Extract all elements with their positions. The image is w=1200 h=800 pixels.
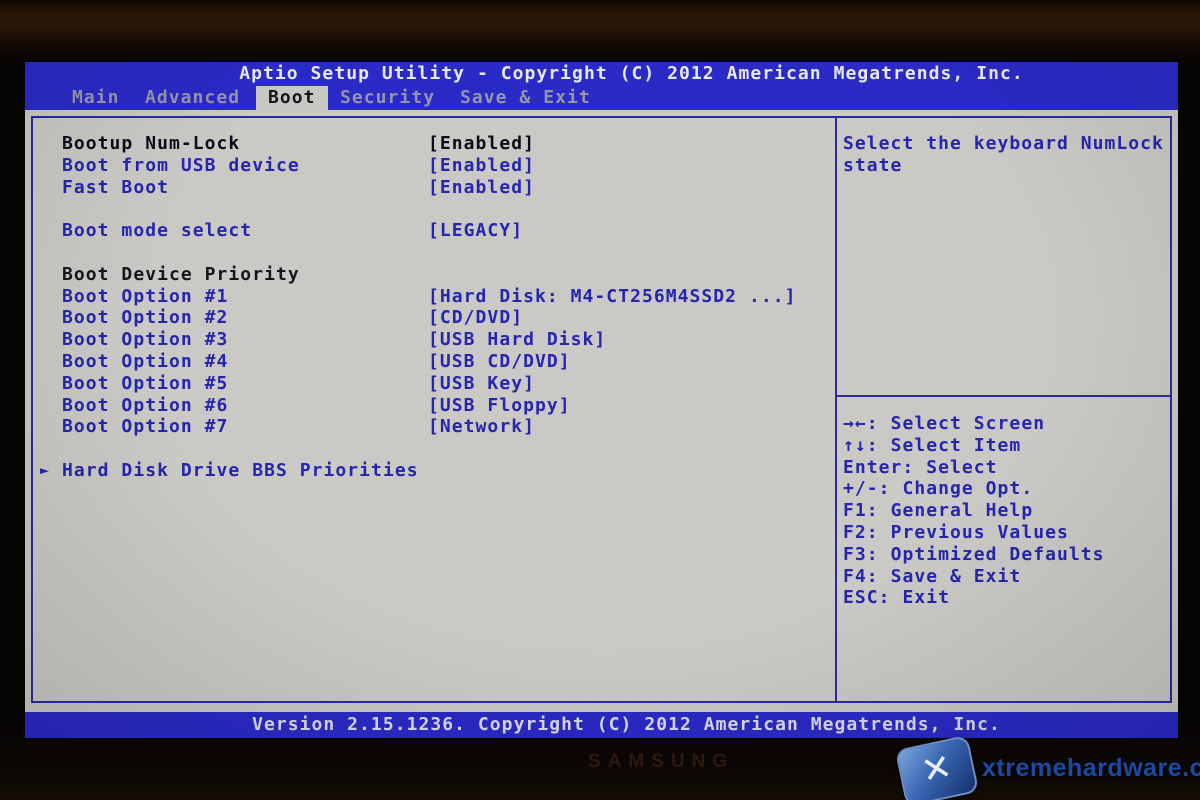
menu-bar: Main Advanced Boot Security Save & Exit bbox=[25, 86, 1178, 110]
key-combo: →←: bbox=[843, 413, 879, 434]
key-combo: Enter: bbox=[843, 457, 914, 478]
setting-value: [Network] bbox=[428, 416, 535, 438]
key-legend-pane: →←: Select Screen ↑↓: Select Item Enter:… bbox=[837, 397, 1172, 703]
spacer bbox=[31, 198, 835, 220]
key-combo: F2: bbox=[843, 522, 879, 543]
setting-row-fast-boot[interactable]: Fast Boot [Enabled] bbox=[31, 177, 835, 199]
setting-value: [USB Hard Disk] bbox=[428, 329, 606, 351]
key-combo: ESC: bbox=[843, 587, 891, 608]
setting-value: [Enabled] bbox=[428, 177, 535, 199]
setting-row-bootup-numlock[interactable]: Bootup Num-Lock [Enabled] bbox=[31, 133, 835, 155]
key-combo: F1: bbox=[843, 500, 879, 521]
key-f4-save-exit: F4: Save & Exit bbox=[843, 566, 1172, 588]
setting-value: [USB Key] bbox=[428, 373, 535, 395]
titlebar: Aptio Setup Utility - Copyright (C) 2012… bbox=[25, 62, 1178, 86]
setting-row-boot-option-2[interactable]: Boot Option #2 [CD/DVD] bbox=[31, 307, 835, 329]
setting-label: Boot Option #1 bbox=[62, 286, 228, 308]
tab-boot[interactable]: Boot bbox=[256, 86, 328, 110]
key-action: Select bbox=[926, 457, 997, 478]
help-description-pane: Select the keyboard NumLock state bbox=[837, 116, 1170, 395]
watermark-text: xtremehardware.com bbox=[982, 754, 1200, 783]
submenu-label: Hard Disk Drive BBS Priorities bbox=[62, 460, 419, 482]
key-action: General Help bbox=[891, 500, 1034, 521]
setting-value: [USB CD/DVD] bbox=[428, 351, 571, 373]
monitor-brand-label: SAMSUNG bbox=[588, 751, 734, 773]
x-glyph: ✕ bbox=[918, 749, 955, 790]
xtremehardware-logo-icon: ✕ bbox=[895, 735, 979, 800]
setting-row-boot-option-3[interactable]: Boot Option #3 [USB Hard Disk] bbox=[31, 329, 835, 351]
key-f3-defaults: F3: Optimized Defaults bbox=[843, 544, 1172, 566]
setting-label: Boot Option #7 bbox=[62, 416, 228, 438]
key-action: Change Opt. bbox=[902, 478, 1033, 499]
key-select-screen: →←: Select Screen bbox=[843, 413, 1172, 435]
setting-row-boot-option-6[interactable]: Boot Option #6 [USB Floppy] bbox=[31, 395, 835, 417]
key-combo: ↑↓: bbox=[843, 435, 879, 456]
watermark: ✕ xtremehardware.com bbox=[896, 738, 1196, 800]
setting-label: Bootup Num-Lock bbox=[62, 133, 240, 155]
setting-label: Fast Boot bbox=[62, 177, 169, 199]
setting-label: Boot from USB device bbox=[62, 155, 300, 177]
settings-pane: Bootup Num-Lock [Enabled] Boot from USB … bbox=[31, 116, 835, 482]
setting-row-boot-mode[interactable]: Boot mode select [LEGACY] bbox=[31, 220, 835, 242]
tab-advanced[interactable]: Advanced bbox=[145, 86, 240, 110]
spacer bbox=[31, 242, 835, 264]
bios-screen: Aptio Setup Utility - Copyright (C) 2012… bbox=[25, 62, 1178, 738]
version-bar: Version 2.15.1236. Copyright (C) 2012 Am… bbox=[25, 712, 1178, 738]
setting-row-boot-option-7[interactable]: Boot Option #7 [Network] bbox=[31, 416, 835, 438]
key-action: Select Screen bbox=[891, 413, 1046, 434]
setting-label: Boot Option #5 bbox=[62, 373, 228, 395]
key-f1-help: F1: General Help bbox=[843, 500, 1172, 522]
setting-value: [CD/DVD] bbox=[428, 307, 523, 329]
setting-row-boot-from-usb[interactable]: Boot from USB device [Enabled] bbox=[31, 155, 835, 177]
key-action: Optimized Defaults bbox=[891, 544, 1105, 565]
setting-label: Boot Option #2 bbox=[62, 307, 228, 329]
tab-main[interactable]: Main bbox=[72, 86, 120, 110]
setting-label: Boot mode select bbox=[62, 220, 252, 242]
tab-security[interactable]: Security bbox=[340, 86, 435, 110]
setting-row-boot-option-4[interactable]: Boot Option #4 [USB CD/DVD] bbox=[31, 351, 835, 373]
setting-value: [Enabled] bbox=[428, 133, 535, 155]
setup-utility-title: Aptio Setup Utility - Copyright (C) 2012… bbox=[239, 63, 1024, 84]
section-title: Boot Device Priority bbox=[62, 264, 300, 286]
setting-row-boot-option-5[interactable]: Boot Option #5 [USB Key] bbox=[31, 373, 835, 395]
version-text: Version 2.15.1236. Copyright (C) 2012 Am… bbox=[252, 714, 1001, 735]
setting-row-boot-option-1[interactable]: Boot Option #1 [Hard Disk: M4-CT256M4SSD… bbox=[31, 286, 835, 308]
tab-save-exit[interactable]: Save & Exit bbox=[460, 86, 591, 110]
key-combo: F4: bbox=[843, 566, 879, 587]
setting-value: [USB Floppy] bbox=[428, 395, 571, 417]
setting-label: Boot Option #3 bbox=[62, 329, 228, 351]
key-select-item: ↑↓: Select Item bbox=[843, 435, 1172, 457]
key-action: Save & Exit bbox=[891, 566, 1022, 587]
key-change-opt: +/-: Change Opt. bbox=[843, 478, 1172, 500]
key-combo: F3: bbox=[843, 544, 879, 565]
spacer bbox=[31, 438, 835, 460]
setting-label: Boot Option #4 bbox=[62, 351, 228, 373]
setting-label: Boot Option #6 bbox=[62, 395, 228, 417]
key-action: Select Item bbox=[891, 435, 1022, 456]
section-header-boot-device-priority: Boot Device Priority bbox=[31, 264, 835, 286]
monitor-photo: Aptio Setup Utility - Copyright (C) 2012… bbox=[0, 0, 1200, 800]
key-action: Exit bbox=[902, 587, 950, 608]
key-f2-previous: F2: Previous Values bbox=[843, 522, 1172, 544]
content-area: Bootup Num-Lock [Enabled] Boot from USB … bbox=[25, 110, 1178, 712]
setting-value: [Hard Disk: M4-CT256M4SSD2 ...] bbox=[428, 286, 797, 308]
setting-value: [Enabled] bbox=[428, 155, 535, 177]
setting-value: [LEGACY] bbox=[428, 220, 523, 242]
key-enter-select: Enter: Select bbox=[843, 457, 1172, 479]
key-action: Previous Values bbox=[891, 522, 1069, 543]
submenu-row-hdd-bbs-priorities[interactable]: ► Hard Disk Drive BBS Priorities bbox=[31, 460, 835, 482]
help-description-text: Select the keyboard NumLock state bbox=[843, 133, 1164, 176]
key-esc-exit: ESC: Exit bbox=[843, 587, 1172, 609]
key-combo: +/-: bbox=[843, 478, 891, 499]
submenu-arrow-icon: ► bbox=[40, 460, 50, 482]
